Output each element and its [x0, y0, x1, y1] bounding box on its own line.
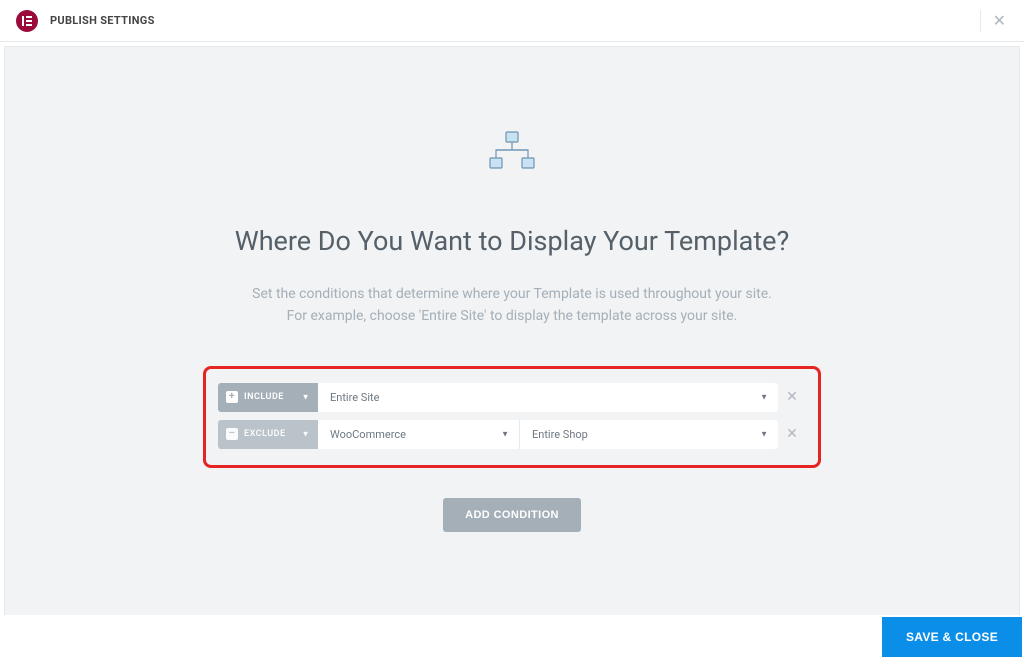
condition-type-label: EXCLUDE	[244, 429, 286, 439]
subtitle-line-2: For example, choose 'Entire Site' to dis…	[287, 308, 738, 324]
modal-title: PUBLISH SETTINGS	[50, 14, 155, 27]
condition-scope-select[interactable]: Entire Site ▼	[318, 383, 778, 412]
save-and-close-button[interactable]: SAVE & CLOSE	[882, 617, 1022, 657]
chevron-down-icon: ▼	[760, 430, 768, 439]
chevron-down-icon: ▼	[760, 393, 768, 402]
condition-row: – EXCLUDE ▼ WooCommerce ▼ Entire Shop ▼ …	[218, 420, 806, 449]
elementor-logo-icon	[16, 10, 38, 32]
conditions-highlighted-area: + INCLUDE ▼ Entire Site ▼ ✕ – EXCLUDE ▼ …	[203, 366, 821, 468]
condition-selects: Entire Site ▼	[318, 383, 778, 412]
condition-type-toggle-include[interactable]: + INCLUDE ▼	[218, 383, 318, 412]
plus-icon: +	[226, 391, 238, 403]
chevron-down-icon: ▼	[302, 393, 310, 402]
chevron-down-icon: ▼	[501, 430, 509, 439]
minus-icon: –	[226, 428, 238, 440]
page-heading: Where Do You Want to Display Your Templa…	[5, 225, 1019, 257]
select-value: Entire Shop	[532, 428, 588, 441]
subtitle-line-1: Set the conditions that determine where …	[252, 286, 772, 302]
close-icon[interactable]: ✕	[980, 10, 1006, 32]
add-condition-button[interactable]: ADD CONDITION	[443, 498, 581, 532]
condition-category-select[interactable]: WooCommerce ▼	[318, 420, 520, 449]
modal-body: Where Do You Want to Display Your Templa…	[4, 46, 1020, 652]
condition-selects: WooCommerce ▼ Entire Shop ▼	[318, 420, 778, 449]
modal-header: PUBLISH SETTINGS ✕	[0, 0, 1024, 42]
condition-sub-select[interactable]: Entire Shop ▼	[520, 420, 778, 449]
condition-type-toggle-exclude[interactable]: – EXCLUDE ▼	[218, 420, 318, 449]
page-subtitle: Set the conditions that determine where …	[5, 283, 1019, 328]
select-value: WooCommerce	[330, 428, 406, 441]
condition-type-label: INCLUDE	[244, 392, 284, 402]
sitemap-icon	[488, 131, 536, 171]
modal-footer: SAVE & CLOSE	[0, 615, 1024, 659]
remove-condition-icon[interactable]: ✕	[778, 389, 806, 405]
chevron-down-icon: ▼	[302, 430, 310, 439]
select-value: Entire Site	[330, 391, 379, 404]
remove-condition-icon[interactable]: ✕	[778, 426, 806, 442]
condition-row: + INCLUDE ▼ Entire Site ▼ ✕	[218, 383, 806, 412]
